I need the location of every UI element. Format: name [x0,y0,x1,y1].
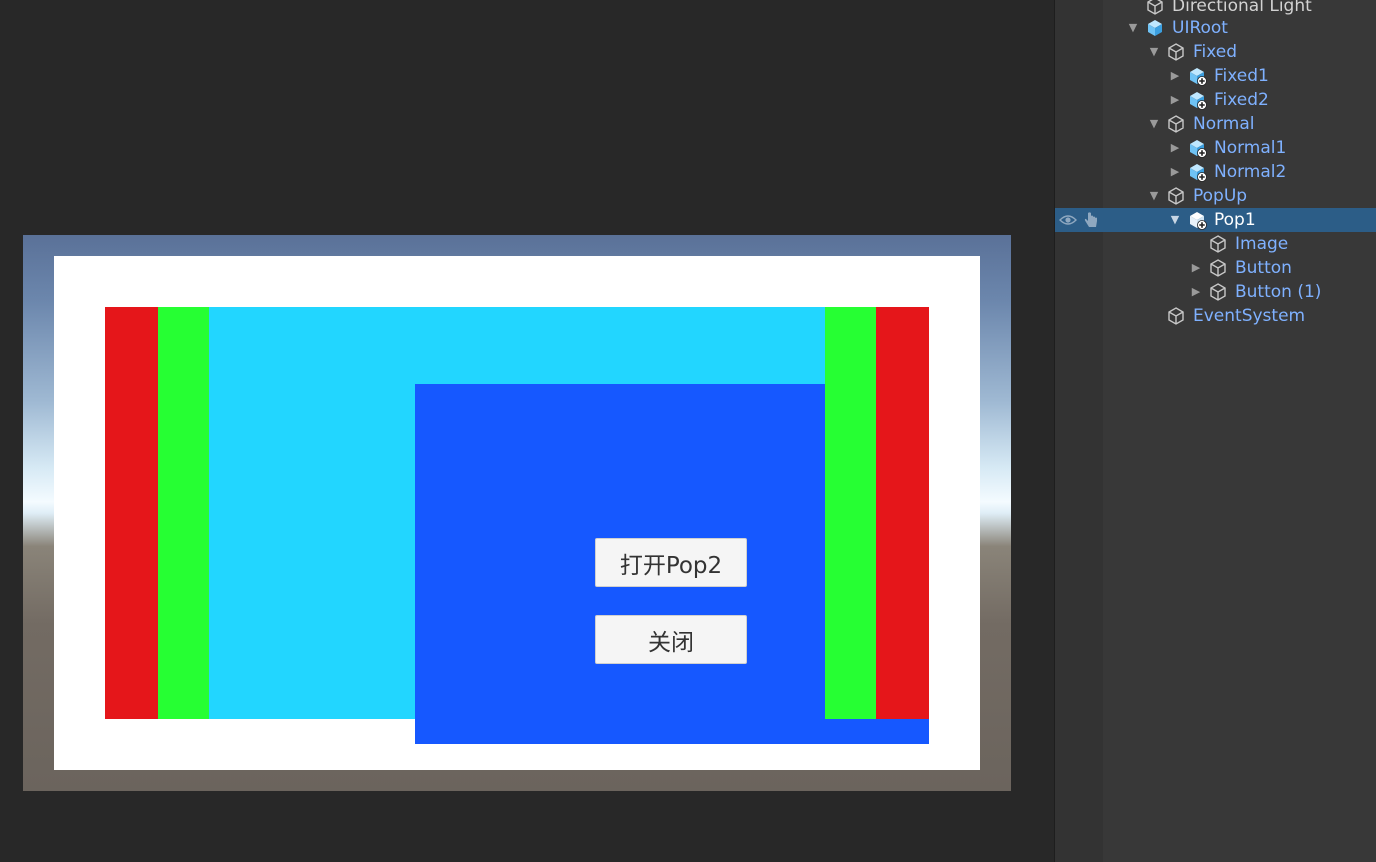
hierarchy-item-normal1[interactable]: ▶ Normal1 [1055,136,1376,160]
hierarchy-item-fixed[interactable]: ▼ Fixed [1055,40,1376,64]
cyan-panel: 打开Pop2 关闭 [209,307,929,744]
green-stripe-right [825,307,876,719]
hierarchy-item-button-1[interactable]: ▶ Button (1) [1055,280,1376,304]
hierarchy-item-button[interactable]: ▶ Button [1055,256,1376,280]
hierarchy-item-normal[interactable]: ▼ Normal [1055,112,1376,136]
hierarchy-item-label: Fixed1 [1214,66,1269,86]
hierarchy-item-fixed2[interactable]: ▶ Fixed2 [1055,88,1376,112]
expanded-arrow-icon[interactable]: ▼ [1169,208,1181,232]
close-button[interactable]: 关闭 [595,615,747,664]
collapsed-arrow-icon[interactable]: ▶ [1169,64,1181,88]
pickable-hand-icon[interactable] [1083,211,1099,229]
hierarchy-item-label: Pop1 [1214,210,1256,230]
game-view: 打开Pop2 关闭 [23,235,1011,791]
collapsed-arrow-icon[interactable]: ▶ [1190,256,1202,280]
hierarchy-item-normal2[interactable]: ▶ Normal2 [1055,160,1376,184]
expanded-arrow-icon[interactable]: ▼ [1148,112,1160,136]
red-stripe-left [105,307,158,719]
hierarchy-item-label: Normal2 [1214,162,1287,182]
hierarchy-item-eventsystem[interactable]: EventSystem [1055,304,1376,328]
hierarchy-item-popup[interactable]: ▼ PopUp [1055,184,1376,208]
gameobject-icon [1168,187,1184,205]
collapsed-arrow-icon[interactable]: ▶ [1169,88,1181,112]
hierarchy-item-label: Normal [1193,114,1255,134]
visibility-eye-icon[interactable] [1059,212,1077,228]
prefab-variant-icon [1190,68,1207,86]
hierarchy-item-label: Normal1 [1214,138,1287,158]
hierarchy-item-label: Button (1) [1235,282,1322,302]
expanded-arrow-icon[interactable]: ▼ [1148,40,1160,64]
popup-background-white: 打开Pop2 关闭 [54,256,980,770]
open-pop2-button[interactable]: 打开Pop2 [595,538,747,587]
hierarchy-item-pop1[interactable]: ▼ Pop1 [1055,208,1376,232]
hierarchy-item-label: Button [1235,258,1292,278]
prefab-variant-icon [1190,92,1207,110]
hierarchy-item-uiroot[interactable]: ▼ UIRoot [1055,16,1376,40]
hierarchy-item-label: EventSystem [1193,306,1306,326]
hierarchy-panel: Directional Light ▼ UIRoot ▼ Fixed ▶ Fix… [1054,0,1376,862]
red-stripe-right [876,307,929,719]
gameobject-icon [1147,0,1163,15]
gameobject-icon [1210,235,1226,253]
prefab-variant-icon [1190,140,1207,158]
prefab-variant-icon [1190,164,1207,182]
hierarchy-item-label: PopUp [1193,186,1248,206]
gameobject-icon [1210,259,1226,277]
green-stripe-left [158,307,209,719]
collapsed-arrow-icon[interactable]: ▶ [1169,160,1181,184]
gameobject-icon [1168,43,1184,61]
gameobject-icon [1168,307,1184,325]
hierarchy-item-image[interactable]: Image [1055,232,1376,256]
prefab-variant-icon [1190,212,1207,230]
prefab-icon [1148,20,1162,36]
hierarchy-item-fixed1[interactable]: ▶ Fixed1 [1055,64,1376,88]
hierarchy-item-label: Fixed2 [1214,90,1269,110]
hierarchy-item-label: UIRoot [1172,18,1228,38]
gameobject-icon [1168,115,1184,133]
hierarchy-item-label: Fixed [1193,42,1238,62]
expanded-arrow-icon[interactable]: ▼ [1127,16,1139,40]
collapsed-arrow-icon[interactable]: ▶ [1190,280,1202,304]
hierarchy-item-label: Image [1235,234,1289,254]
expanded-arrow-icon[interactable]: ▼ [1148,184,1160,208]
gameobject-icon [1210,283,1226,301]
collapsed-arrow-icon[interactable]: ▶ [1169,136,1181,160]
